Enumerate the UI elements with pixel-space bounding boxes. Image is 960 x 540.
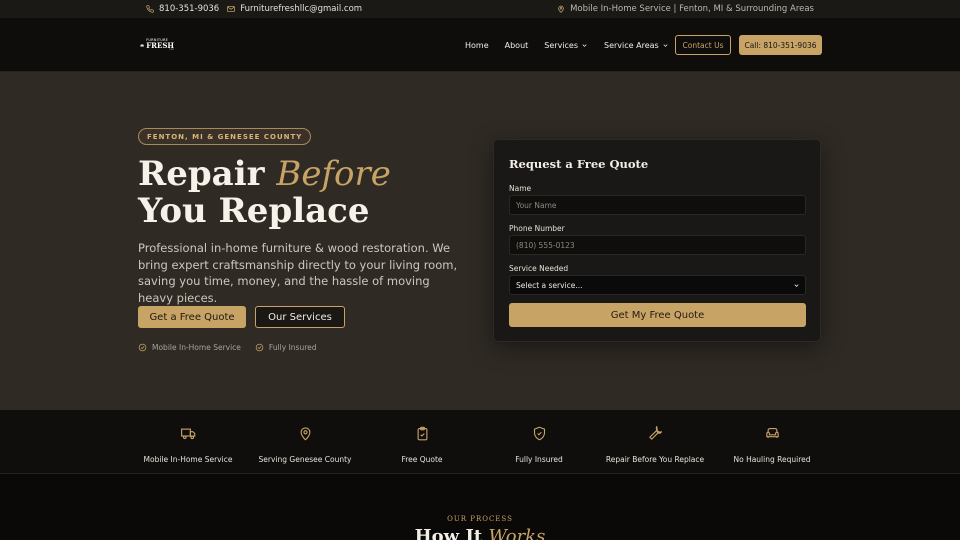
feature-label: Repair Before You Replace (605, 455, 705, 464)
quote-form-title: Request a Free Quote (509, 157, 649, 171)
process-title: How It Works (0, 526, 960, 540)
feature-item: Repair Before You Replace (595, 426, 715, 466)
check-circle-icon (138, 343, 147, 352)
service-label: Service Needed (509, 264, 569, 273)
service-select-value: Select a service... (516, 280, 583, 290)
check-circle-icon (255, 343, 264, 352)
logo-wordmark: FURNITURE FRESH LLC (146, 38, 174, 52)
process-title-accent: Works (488, 526, 546, 540)
phone-input[interactable]: (810) 555-0123 (509, 235, 806, 255)
process-title-part: How It (414, 526, 489, 540)
topbar-email-link[interactable]: Furniturefreshllc@gmail.com (227, 4, 362, 14)
shield-check-icon (533, 426, 545, 441)
truck-icon (180, 428, 195, 440)
process-eyebrow: OUR PROCESS (447, 515, 513, 523)
hero-title-part-2: You Replace (138, 191, 370, 231)
get-free-quote-button[interactable]: Get a Free Quote (138, 306, 246, 328)
nav-item-label: Service Areas (604, 40, 659, 50)
name-input[interactable]: Your Name (509, 195, 806, 215)
call-button[interactable]: Call: 810-351-9036 (739, 35, 822, 55)
nav-item-home[interactable]: Home (465, 41, 489, 50)
nav-item-service-areas[interactable]: Service Areas (604, 41, 669, 50)
contact-us-button[interactable]: Contact Us (675, 35, 731, 55)
location-badge: FENTON, MI & GENESEE COUNTY (138, 128, 312, 145)
nav-item-services[interactable]: Services (544, 41, 588, 50)
phone-icon (146, 5, 154, 13)
hero-title: Repair Before You Replace (138, 156, 391, 230)
hero-lead-text: Professional in-home furniture & wood re… (138, 241, 458, 305)
trust-check-item: Mobile In-Home Service (138, 343, 241, 352)
hero-title-accent: Before (276, 154, 391, 194)
main-navigation: FURNITURE FRESH LLC Home About Services … (0, 18, 960, 72)
hero-section: FENTON, MI & GENESEE COUNTY Repair Befor… (0, 72, 960, 410)
feature-item: Fully Insured (479, 426, 599, 466)
feature-label: Free Quote (401, 455, 443, 464)
process-section: OUR PROCESS How It Works (0, 474, 960, 540)
topbar-service-area: Mobile In-Home Service | Fenton, MI & Su… (557, 4, 814, 14)
our-services-button[interactable]: Our Services (255, 306, 345, 328)
top-info-bar: 810-351-9036 Furniturefreshllc@gmail.com… (0, 0, 960, 18)
mail-icon (227, 6, 235, 12)
get-my-free-quote-button[interactable]: Get My Free Quote (509, 303, 806, 327)
map-pin-icon (558, 5, 564, 13)
chevron-down-icon (794, 283, 799, 287)
phone-label: Phone Number (509, 224, 565, 233)
feature-label: No Hauling Required (733, 455, 811, 464)
feature-strip: Mobile In-Home Service Serving Genesee C… (0, 410, 960, 474)
topbar-service-area-text: Mobile In-Home Service | Fenton, MI & Su… (570, 4, 814, 14)
nav-item-label: Home (465, 40, 489, 50)
feature-label: Serving Genesee County (258, 455, 352, 464)
trust-check-label: Mobile In-Home Service (152, 343, 241, 352)
service-select[interactable]: Select a service... (509, 275, 806, 295)
sofa-logo-icon (140, 43, 144, 47)
feature-item: Serving Genesee County (245, 426, 365, 466)
topbar-phone-link[interactable]: 810-351-9036 (146, 4, 219, 14)
nav-item-about[interactable]: About (505, 41, 529, 50)
feature-label: Fully Insured (515, 455, 563, 464)
feature-item: Free Quote (362, 426, 482, 466)
quote-form-card: Request a Free Quote Name Your Name Phon… (493, 139, 821, 342)
chevron-down-icon (663, 43, 668, 47)
nav-item-label: Services (544, 40, 579, 50)
clipboard-check-icon (417, 426, 427, 441)
hero-trust-checks: Mobile In-Home Service Fully Insured (138, 343, 317, 352)
trust-check-label: Fully Insured (268, 343, 317, 352)
topbar-phone-text: 810-351-9036 (159, 4, 220, 14)
trust-check-item: Fully Insured (255, 343, 317, 352)
feature-label: Mobile In-Home Service (143, 455, 233, 464)
map-pin-icon (300, 427, 310, 441)
topbar-email-text: Furniturefreshllc@gmail.com (240, 4, 363, 14)
nav-item-label: About (504, 40, 529, 50)
sofa-icon (765, 427, 779, 438)
feature-item: Mobile In-Home Service (128, 426, 248, 466)
site-logo[interactable]: FURNITURE FRESH LLC (140, 37, 174, 53)
nav-menu: Home About Services Service Areas (465, 18, 669, 72)
hero-title-part-1: Repair (138, 154, 277, 194)
logo-line-3: LLC (169, 48, 174, 51)
wrench-icon (648, 426, 662, 440)
feature-item: No Hauling Required (712, 426, 832, 466)
name-label: Name (509, 184, 532, 193)
chevron-down-icon (582, 43, 587, 47)
